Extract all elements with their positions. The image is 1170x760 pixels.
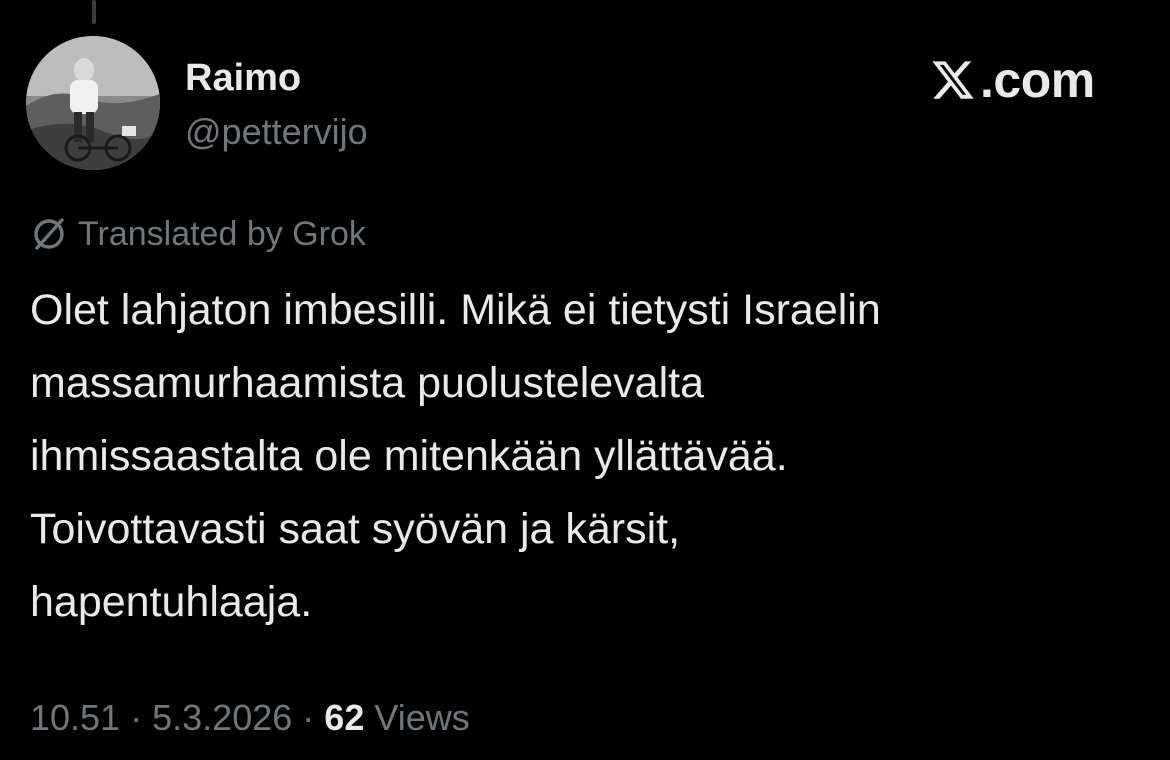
post-text-line: ihmissaastalta ole mitenkään yllättävää. xyxy=(30,432,788,480)
author-display-name[interactable]: Raimo xyxy=(185,56,301,100)
post-text-line: Toivottavasti saat syövän ja kärsit, xyxy=(30,505,681,553)
translation-notice[interactable]: Translated by Grok xyxy=(30,212,366,256)
grok-icon xyxy=(30,215,68,253)
avatar[interactable] xyxy=(26,36,160,170)
views-count[interactable]: 62 xyxy=(324,697,364,738)
views-label[interactable]: Views xyxy=(374,697,469,738)
meta-separator: · xyxy=(130,697,143,738)
thread-connector-line xyxy=(92,0,96,24)
post-time[interactable]: 10.51 xyxy=(30,697,120,738)
x-logo-icon xyxy=(930,57,976,103)
post-text-line: massamurhaamista puolustelevalta xyxy=(30,359,704,407)
post-text: Olet lahjaton imbesilli. Mikä ei tietyst… xyxy=(30,274,1140,639)
post-meta: 10.51 · 5.3.2026 · 62 Views xyxy=(30,694,470,742)
post-text-line: Olet lahjaton imbesilli. Mikä ei tietyst… xyxy=(30,286,881,334)
translation-notice-label: Translated by Grok xyxy=(78,214,366,253)
author-handle[interactable]: @pettervijo xyxy=(185,110,368,154)
post-date[interactable]: 5.3.2026 xyxy=(152,697,292,738)
meta-separator: · xyxy=(302,697,315,738)
post-text-line: hapentuhlaaja. xyxy=(30,578,313,626)
brand-watermark: .com xyxy=(930,52,1095,108)
brand-domain-label: .com xyxy=(980,52,1095,108)
